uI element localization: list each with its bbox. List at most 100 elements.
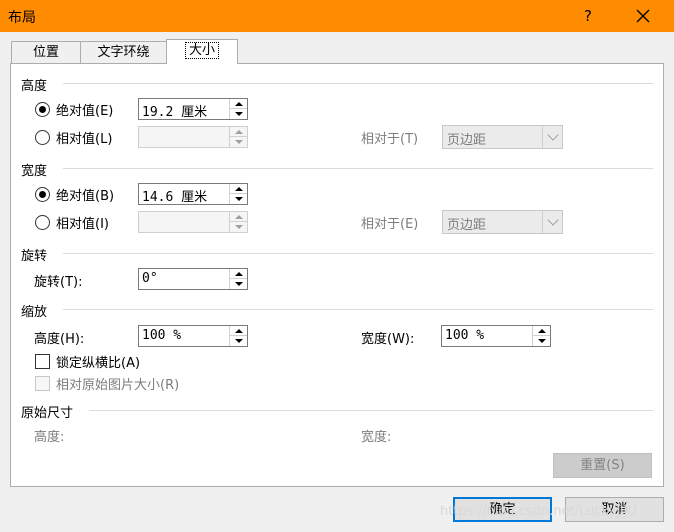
spin-down-button[interactable] [533,336,550,346]
relative-original-size-label: 相对原始图片大小(R) [56,378,180,393]
width-relative-radio[interactable] [35,215,50,230]
window-title: 布局 [8,10,36,26]
arrow-down-icon [234,225,243,229]
height-absolute-input[interactable]: 19.2 厘米 [138,98,248,120]
spin-down-button[interactable] [230,279,247,289]
tab-size[interactable]: 大小 [166,39,238,64]
spin-down-button[interactable] [230,222,247,232]
width-absolute-radio[interactable] [35,187,50,202]
spin-up-button[interactable] [230,127,247,137]
width-relative-label: 相对值(I) [56,217,109,232]
spinner [229,99,247,119]
tab-label: 大小 [184,42,220,59]
size-panel: 高度 绝对值(E) 19.2 厘米 相对值(L) 相对于(T) 页边距 宽度 绝… [10,63,664,487]
rotation-label: 旋转(T): [34,275,83,290]
separator [63,168,653,169]
width-absolute-input[interactable]: 14.6 厘米 [138,183,248,205]
width-section-title: 宽度 [21,164,48,179]
input-value: 14.6 厘米 [142,190,208,205]
width-relative-input[interactable] [138,211,248,233]
relative-original-size-checkbox[interactable] [35,376,50,391]
dropdown-button[interactable] [542,126,562,148]
arrow-up-icon [234,129,243,134]
original-size-section-title: 原始尺寸 [21,406,74,421]
lock-aspect-ratio-checkbox[interactable] [35,354,50,369]
height-relative-label: 相对值(L) [56,132,113,147]
select-value: 页边距 [447,218,487,233]
spin-down-button[interactable] [230,109,247,119]
height-absolute-radio[interactable] [35,102,50,117]
width-relative-to-label: 相对于(E) [361,217,419,232]
spin-down-button[interactable] [230,336,247,346]
spin-up-button[interactable] [230,326,247,336]
scale-height-input[interactable]: 100 % [138,325,248,347]
reset-button-label: 重置(S) [580,458,625,473]
watermark-text: https://blog.csdn.net/LuckyJiJU [440,504,638,519]
original-height-label: 高度: [34,430,65,445]
input-value: 100 % [142,328,182,343]
height-relative-to-label: 相对于(T) [361,132,419,147]
spin-up-button[interactable] [230,99,247,109]
separator [63,83,653,84]
arrow-up-icon [234,186,243,191]
scale-width-label: 宽度(W): [361,332,415,347]
chevron-down-icon [546,129,559,141]
tab-label: 位置 [32,45,59,60]
arrow-down-icon [234,140,243,144]
spin-up-button[interactable] [230,184,247,194]
title-bar: 布局 ? [0,0,674,32]
arrow-down-icon [234,197,243,201]
close-icon [636,9,650,23]
help-icon: ? [584,7,592,25]
spinner [229,184,247,204]
separator [89,410,653,411]
spin-up-button[interactable] [533,326,550,336]
dropdown-button[interactable] [542,211,562,233]
original-width-label: 宽度: [361,430,392,445]
tab-text-wrapping[interactable]: 文字环绕 [80,41,167,63]
rotation-input[interactable]: 0° [138,268,248,290]
spinner [229,127,247,147]
spin-down-button[interactable] [230,194,247,204]
spin-down-button[interactable] [230,137,247,147]
help-button[interactable]: ? [574,2,602,30]
input-value: 19.2 厘米 [142,105,208,120]
height-relative-input[interactable] [138,126,248,148]
arrow-up-icon [234,101,243,106]
scale-section-title: 缩放 [21,305,48,320]
reset-button[interactable]: 重置(S) [553,453,652,478]
height-relative-to-select[interactable]: 页边距 [442,125,563,149]
scale-height-label: 高度(H): [34,332,85,347]
arrow-down-icon [234,112,243,116]
width-absolute-label: 绝对值(B) [56,189,115,204]
spinner [229,212,247,232]
arrow-up-icon [537,328,546,333]
chevron-down-icon [546,214,559,226]
arrow-down-icon [234,339,243,343]
tab-label: 文字环绕 [97,45,150,60]
spinner [229,326,247,346]
input-value: 0° [142,271,158,286]
lock-aspect-ratio-label: 锁定纵横比(A) [56,356,141,371]
height-section-title: 高度 [21,79,48,94]
separator [63,309,653,310]
arrow-down-icon [234,282,243,286]
close-button[interactable] [626,2,660,30]
separator [63,253,653,254]
select-value: 页边距 [447,133,487,148]
arrow-up-icon [234,328,243,333]
spin-up-button[interactable] [230,269,247,279]
width-relative-to-select[interactable]: 页边距 [442,210,563,234]
height-absolute-label: 绝对值(E) [56,104,114,119]
input-value: 100 % [445,328,485,343]
scale-width-input[interactable]: 100 % [441,325,551,347]
height-relative-radio[interactable] [35,130,50,145]
spinner [229,269,247,289]
spin-up-button[interactable] [230,212,247,222]
spinner [532,326,550,346]
tab-position[interactable]: 位置 [11,41,81,63]
arrow-down-icon [537,339,546,343]
arrow-up-icon [234,214,243,219]
arrow-up-icon [234,271,243,276]
rotate-section-title: 旋转 [21,249,48,264]
